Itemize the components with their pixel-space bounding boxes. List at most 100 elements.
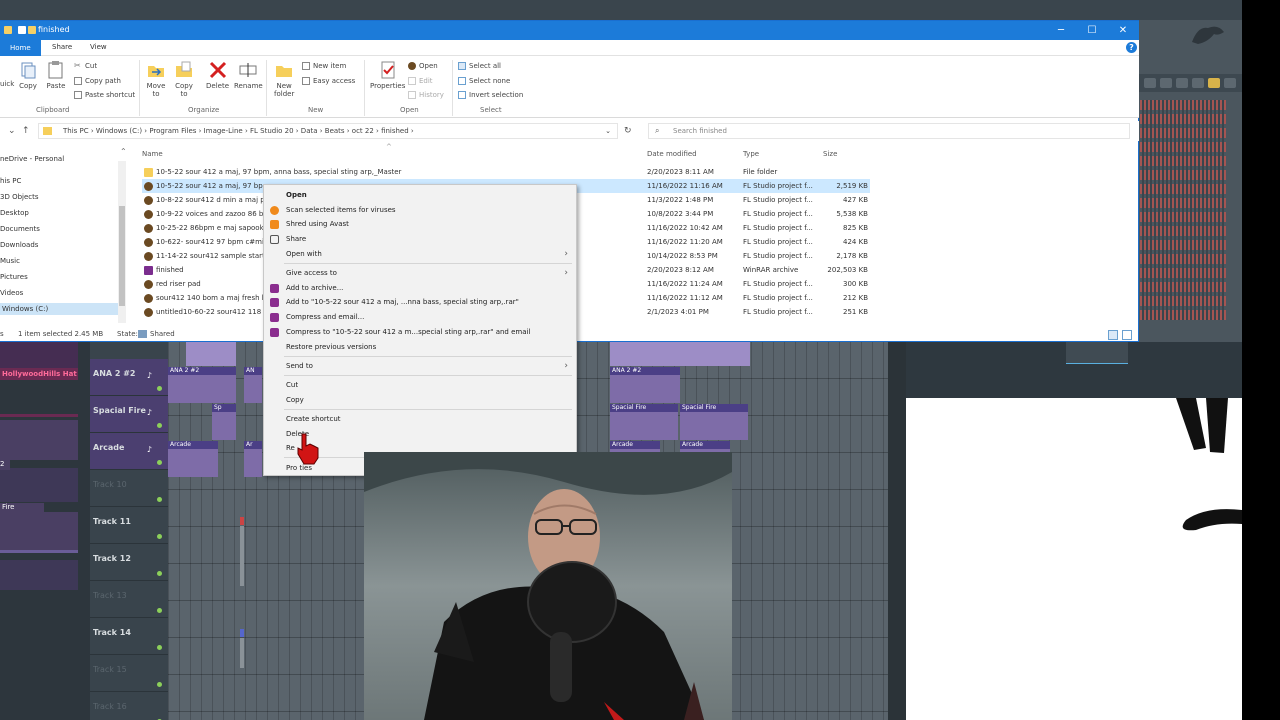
nav-item-desktop[interactable]: Desktop [0,209,29,217]
step-sequencer-pads[interactable] [1140,100,1226,320]
track-header[interactable]: Spacial Fire ♪ [90,396,168,433]
menu-item-copy[interactable]: Copy [264,393,576,407]
menu-item-cut[interactable]: Cut [264,378,576,392]
track-header[interactable]: Track 14 [90,618,168,655]
menu-item-add-to-rar[interactable]: Add to "10-5-22 sour 412 a maj, ...nna b… [264,295,576,309]
tab-share[interactable]: Share [52,43,72,51]
up-arrow-icon[interactable]: ↑ [22,126,30,136]
track-enable-led[interactable] [157,386,162,391]
menu-item-compress-email[interactable]: Compress and email... [264,310,576,324]
pattern-block[interactable] [240,526,244,586]
copy-button[interactable]: Copy [18,60,38,90]
playlist-clip[interactable] [610,342,750,366]
delete-button[interactable]: Delete [206,60,229,90]
menu-item-open-with[interactable]: Open with › [264,247,576,261]
close-button[interactable]: ✕ [1108,22,1138,39]
select-all-button[interactable]: Select all [458,62,501,70]
close-icon[interactable] [1224,78,1236,88]
playlist-clip[interactable]: Arcade [168,441,218,477]
chevron-down-icon[interactable]: ⌄ [605,124,611,138]
nav-item-videos[interactable]: Videos [0,289,23,297]
menu-item-shred[interactable]: Shred using Avast [264,217,576,231]
cut-button[interactable]: ✂ Cut [74,62,97,71]
help-icon[interactable]: ? [1126,42,1137,53]
track-header[interactable]: Arcade ♪ [90,433,168,470]
track-enable-led[interactable] [157,497,162,502]
playlist-clip[interactable]: Sp [212,404,236,440]
copy-to-button[interactable]: Copy to [174,60,194,98]
track-header[interactable]: Track 10 [90,470,168,507]
track-enable-led[interactable] [157,645,162,650]
menu-item-open[interactable]: Open [264,188,576,202]
menu-item-create-shortcut[interactable]: Create shortcut [264,412,576,426]
track-enable-led[interactable] [157,460,162,465]
maximize-button[interactable]: ☐ [1077,22,1107,39]
track-enable-led[interactable] [157,423,162,428]
track-header[interactable]: Track 11 [90,507,168,544]
column-header-size[interactable]: Size [823,150,837,158]
playlist-clip[interactable]: ANA 2 #2 [610,367,680,403]
open-button[interactable]: Open [408,62,438,70]
new-item-button[interactable]: New item [302,62,346,70]
track-header[interactable]: Track 15 [90,655,168,692]
tab-view[interactable]: View [90,43,107,51]
pattern-block[interactable] [240,629,244,637]
column-header-name[interactable]: Name [142,150,163,158]
playlist-clip[interactable] [186,342,236,366]
track-header[interactable]: Track 13 [90,581,168,618]
track-enable-led[interactable] [157,608,162,613]
menu-item-scan-viruses[interactable]: Scan selected items for viruses [264,203,576,217]
search-input[interactable]: ⌕ Search finished [648,123,1130,139]
quick-access-icon[interactable] [18,26,26,34]
nav-item-3d-objects[interactable]: 3D Objects [0,193,39,201]
edit-button[interactable]: Edit [408,77,433,85]
title-bar[interactable]: finished ─ ☐ ✕ [0,21,1139,40]
tab-home[interactable]: Home [0,40,41,56]
nav-item-music[interactable]: Music [0,257,20,265]
step-sequencer-icon[interactable] [1208,78,1220,88]
select-none-button[interactable]: Select none [458,77,510,85]
track-header[interactable]: Track 12 [90,544,168,581]
nav-item-this-pc[interactable]: his PC [0,177,21,185]
mixer-knob-icon[interactable] [1176,78,1188,88]
track-enable-led[interactable] [157,534,162,539]
nav-item-onedrive[interactable]: neDrive - Personal [0,155,64,163]
nav-item-windows-c[interactable]: Windows (C:) [0,303,118,315]
menu-item-restore-versions[interactable]: Restore previous versions [264,340,576,354]
playlist-clip[interactable]: Spacial Fire [680,404,748,440]
playlist-clip[interactable]: AN [244,367,262,403]
column-header-type[interactable]: Type [743,150,759,158]
nav-scrollbar[interactable] [118,161,126,323]
nav-item-pictures[interactable]: Pictures [0,273,28,281]
mixer-knob-icon[interactable] [1144,78,1156,88]
column-header-date[interactable]: Date modified [647,150,697,158]
file-row[interactable]: 10-5-22 sour 412 a maj, 97 bpm, anna bas… [142,165,870,179]
address-input[interactable]: This PC › Windows (C:) › Program Files ›… [38,123,618,139]
chevron-up-icon[interactable]: ⌃ [120,147,127,156]
mixer-knob-icon[interactable] [1160,78,1172,88]
playlist-clip[interactable]: ANA 2 #2 [168,367,236,403]
paste-button[interactable]: Paste [46,60,66,90]
playlist-scrollbar[interactable] [888,342,906,720]
pattern-block[interactable] [240,638,244,668]
menu-item-share[interactable]: Share [264,232,576,246]
playlist-clip[interactable]: Spacial Fire [610,404,678,440]
pin-quick-access-button[interactable]: uick [0,80,14,88]
menu-item-give-access[interactable]: Give access to › [264,266,576,280]
move-to-button[interactable]: Move to [146,60,166,98]
chevron-down-icon[interactable]: ⌄ [8,126,16,136]
menu-item-add-archive[interactable]: Add to archive... [264,281,576,295]
pattern-block[interactable] [240,517,244,525]
menu-item-compress-to-email[interactable]: Compress to "10-5-22 sour 412 a m...spec… [264,325,576,339]
refresh-icon[interactable]: ↻ [624,126,632,136]
track-header[interactable]: Track 16 [90,692,168,720]
track-enable-led[interactable] [157,571,162,576]
track-header[interactable]: ANA 2 #2 ♪ [90,359,168,396]
copy-path-button[interactable]: Copy path [74,77,121,85]
nav-item-documents[interactable]: Documents [0,225,40,233]
paste-shortcut-button[interactable]: Paste shortcut [74,91,135,99]
properties-button[interactable]: Properties [370,60,405,90]
history-button[interactable]: History [408,91,444,99]
nav-item-downloads[interactable]: Downloads [0,241,38,249]
large-icons-view-icon[interactable] [1122,330,1132,340]
